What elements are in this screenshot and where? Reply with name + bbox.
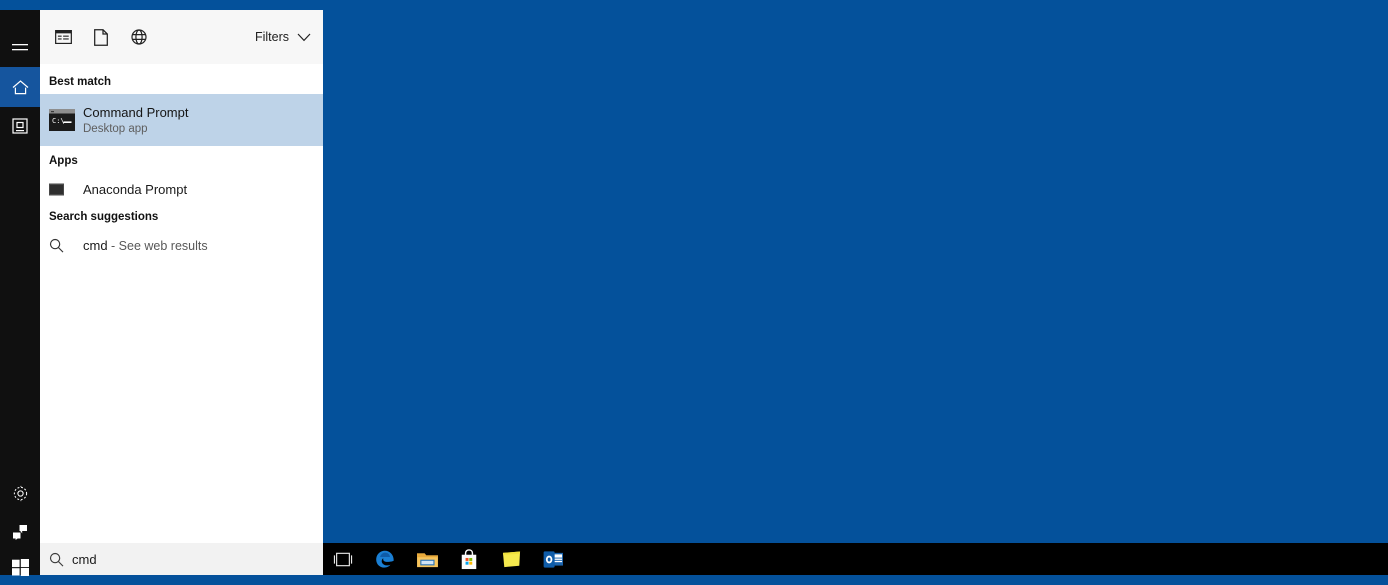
taskbar-item-microsoft-store[interactable]	[449, 543, 489, 575]
task-view-icon	[333, 552, 353, 566]
gear-icon	[13, 485, 27, 501]
result-web-suggestion[interactable]: cmd - See web results	[40, 230, 323, 260]
result-text: Command Prompt Desktop app	[83, 104, 188, 137]
section-header-search-suggestions: Search suggestions	[49, 211, 159, 223]
result-title: Anaconda Prompt	[83, 181, 188, 197]
search-input-value: cmd	[72, 551, 97, 567]
edge-icon	[376, 550, 394, 568]
result-text: Anaconda Prompt	[83, 182, 187, 197]
taskbar-item-sticky-notes[interactable]	[491, 543, 531, 575]
rail-item-settings[interactable]	[0, 473, 40, 513]
rail-item-my-stuff[interactable]	[0, 106, 40, 146]
result-command-prompt[interactable]: C:\ Command Prompt Desktop app	[40, 94, 323, 146]
search-input[interactable]: cmd	[40, 543, 323, 575]
search-flyout: Filters Best match C:\ Command Prompt De…	[40, 10, 323, 575]
globe-icon	[131, 29, 147, 45]
taskbar-item-task-view[interactable]	[323, 543, 363, 575]
taskbar-item-outlook[interactable]	[533, 543, 573, 575]
suggestion-term: cmd	[83, 237, 108, 253]
home-icon	[12, 79, 28, 94]
taskbar	[323, 543, 1388, 575]
sticky-notes-icon	[502, 551, 520, 567]
taskbar-item-edge[interactable]	[365, 543, 405, 575]
result-anaconda-prompt[interactable]: Anaconda Prompt	[40, 174, 323, 204]
search-rail	[0, 10, 40, 576]
feedback-icon	[13, 525, 27, 540]
filter-tab-web[interactable]	[120, 10, 158, 64]
search-icon	[40, 552, 72, 567]
chevron-down-icon	[297, 33, 311, 41]
filter-tab-all[interactable]	[44, 10, 82, 64]
my-stuff-icon	[12, 118, 28, 134]
rail-item-hamburger[interactable]	[0, 28, 40, 68]
outlook-icon	[543, 550, 563, 568]
filters-dropdown[interactable]: Filters	[255, 30, 311, 44]
rail-item-home[interactable]	[0, 67, 40, 107]
all-apps-icon	[54, 30, 72, 44]
taskbar-item-file-explorer[interactable]	[407, 543, 447, 575]
filter-tab-documents[interactable]	[82, 10, 120, 64]
filters-label: Filters	[254, 30, 289, 44]
result-title: Command Prompt	[83, 104, 189, 120]
anaconda-prompt-icon	[49, 183, 83, 196]
svg-text:C:\: C:\	[52, 117, 65, 125]
rail-item-feedback[interactable]	[0, 512, 40, 552]
file-explorer-icon	[416, 552, 438, 567]
filter-bar: Filters	[40, 10, 323, 64]
windows-logo-icon	[11, 558, 29, 576]
search-icon	[49, 238, 83, 253]
document-icon	[94, 28, 108, 46]
start-button[interactable]	[0, 549, 40, 585]
suggestion-line: cmd - See web results	[83, 238, 208, 253]
suggestion-hint: - See web results	[107, 238, 208, 253]
hamburger-icon	[12, 44, 28, 51]
microsoft-store-icon	[461, 548, 477, 569]
result-text: cmd - See web results	[83, 238, 208, 253]
command-prompt-icon: C:\	[49, 109, 83, 131]
section-header-apps: Apps	[49, 155, 78, 167]
screen: Filters Best match C:\ Command Prompt De…	[0, 0, 1388, 576]
result-subtitle: Desktop app	[83, 122, 148, 135]
section-header-best-match: Best match	[49, 76, 111, 88]
